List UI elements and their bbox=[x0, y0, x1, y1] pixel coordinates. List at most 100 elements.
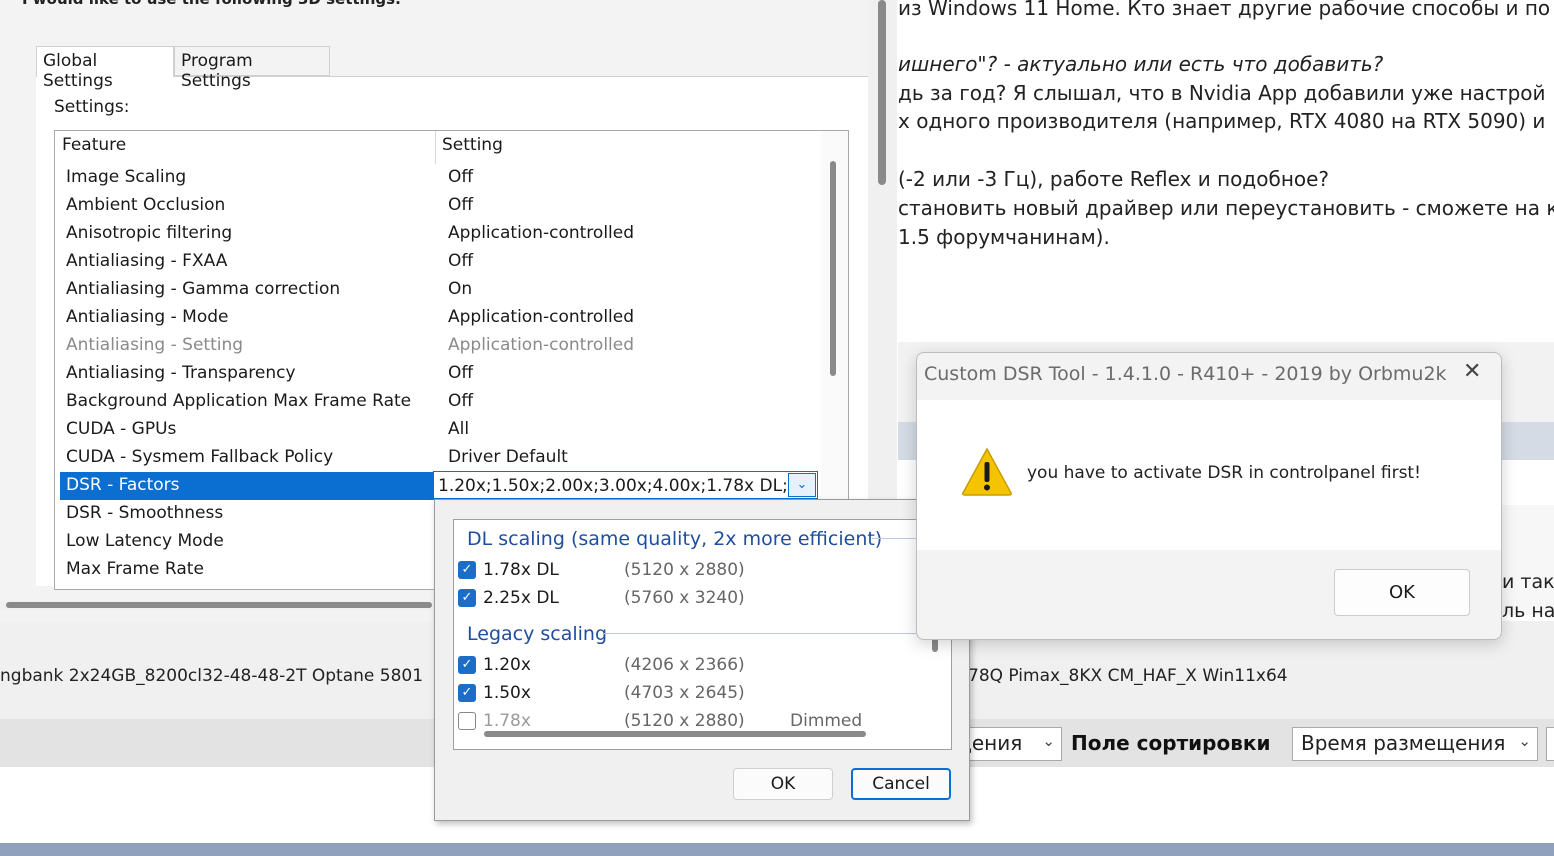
group-divider bbox=[872, 538, 920, 539]
message-dialog: Custom DSR Tool - 1.4.1.0 - R410+ - 2019… bbox=[916, 352, 1502, 640]
feature-label: CUDA - Sysmem Fallback Policy bbox=[66, 447, 334, 467]
forum-text-line: из Windows 11 Home. Кто знает другие раб… bbox=[898, 0, 1551, 20]
option-label: 1.20x bbox=[483, 655, 531, 675]
checkbox-unchecked-icon[interactable] bbox=[458, 712, 476, 730]
extra-select[interactable] bbox=[1546, 727, 1554, 761]
feature-label: Ambient Occlusion bbox=[66, 195, 226, 215]
forum-text-line: ишнего"? - актуально или есть что добави… bbox=[898, 52, 1384, 76]
dsr-factors-list: DL scaling (same quality, 2x more effici… bbox=[453, 519, 952, 750]
option-resolution: (5120 x 2880) bbox=[624, 560, 745, 580]
setting-value: On bbox=[448, 279, 473, 299]
dsr-option[interactable]: ✓ 1.20x (4206 x 2366) bbox=[458, 653, 918, 679]
column-header-feature[interactable]: Feature bbox=[62, 135, 126, 155]
option-note: Dimmed bbox=[790, 711, 863, 731]
dialog-message: you have to activate DSR in controlpanel… bbox=[1027, 463, 1421, 483]
setting-value: Off bbox=[448, 363, 474, 383]
setting-row[interactable]: Antialiasing - Gamma correction On bbox=[60, 276, 812, 304]
sort-field-select[interactable]: Время размещения ⌄ bbox=[1292, 727, 1538, 761]
group-heading-legacy: Legacy scaling bbox=[467, 623, 608, 645]
dsr-factors-combobox[interactable]: 1.20x;1.50x;2.00x;3.00x;4.00x;1.78x DL;2… bbox=[433, 471, 818, 499]
feature-label: DSR - Smoothness bbox=[66, 503, 224, 523]
tab-global-settings[interactable]: Global Settings bbox=[36, 46, 174, 91]
feature-label: Background Application Max Frame Rate bbox=[66, 391, 412, 411]
chevron-down-icon[interactable]: ⌄ bbox=[788, 473, 816, 497]
checkbox-checked-icon[interactable]: ✓ bbox=[458, 684, 476, 702]
sort-field-label: Поле сортировки bbox=[1071, 731, 1271, 755]
setting-value: All bbox=[448, 419, 470, 439]
setting-value: Off bbox=[448, 251, 474, 271]
scrollbar-thumb[interactable] bbox=[830, 161, 836, 376]
checkbox-checked-icon[interactable]: ✓ bbox=[458, 656, 476, 674]
forum-text-fragment: и так bbox=[1502, 571, 1554, 593]
popup-cancel-button[interactable]: Cancel bbox=[851, 768, 951, 800]
feature-label: DSR - Factors bbox=[66, 475, 180, 495]
feature-label: Antialiasing - Transparency bbox=[66, 363, 296, 383]
checkbox-checked-icon[interactable]: ✓ bbox=[458, 589, 476, 607]
feature-label: Antialiasing - FXAA bbox=[66, 251, 228, 271]
forum-footer bbox=[0, 843, 1554, 856]
setting-row[interactable]: Antialiasing - Transparency Off bbox=[60, 360, 812, 388]
setting-row[interactable]: CUDA - Sysmem Fallback Policy Driver Defa… bbox=[60, 444, 812, 472]
close-icon[interactable]: ✕ bbox=[1463, 359, 1481, 384]
signature-specs-left: ngbank 2x24GB_8200cl32-48-48-2T Optane 5… bbox=[0, 666, 424, 686]
panel-horizontal-scrollbar[interactable] bbox=[0, 601, 435, 610]
column-separator[interactable] bbox=[435, 131, 436, 164]
option-label: 1.50x bbox=[483, 683, 531, 703]
setting-value: Application-controlled bbox=[448, 223, 635, 243]
setting-row[interactable]: Antialiasing - Mode Application-controlle… bbox=[60, 304, 812, 332]
setting-row[interactable]: Image Scaling Off bbox=[60, 164, 812, 192]
checkbox-checked-icon[interactable]: ✓ bbox=[458, 561, 476, 579]
option-resolution: (4206 x 2366) bbox=[624, 655, 745, 675]
warning-icon bbox=[962, 447, 1012, 496]
list-horizontal-scrollbar-thumb[interactable] bbox=[484, 731, 866, 737]
setting-row-disabled: Antialiasing - Setting Application-contro… bbox=[60, 332, 812, 360]
setting-row[interactable]: Anisotropic filtering Application-control… bbox=[60, 220, 812, 248]
setting-value: Off bbox=[448, 195, 474, 215]
chevron-down-icon: ⌄ bbox=[1042, 732, 1055, 750]
popup-ok-button[interactable]: OK bbox=[733, 768, 833, 800]
setting-value: Driver Default bbox=[448, 447, 568, 467]
setting-row[interactable]: Background Application Max Frame Rate Off bbox=[60, 388, 812, 416]
feature-label: Image Scaling bbox=[66, 167, 187, 187]
dialog-ok-button[interactable]: OK bbox=[1334, 569, 1470, 616]
column-header-setting[interactable]: Setting bbox=[442, 135, 503, 155]
dialog-title: Custom DSR Tool - 1.4.1.0 - R410+ - 2019… bbox=[924, 363, 1447, 385]
option-resolution: (4703 x 2645) bbox=[624, 683, 745, 703]
setting-row[interactable]: Ambient Occlusion Off bbox=[60, 192, 812, 220]
forum-text-line: дь за год? Я слышал, что в Nvidia App до… bbox=[898, 81, 1546, 105]
dsr-option[interactable]: ✓ 1.78x DL (5120 x 2880) bbox=[458, 558, 918, 584]
setting-row[interactable]: CUDA - GPUs All bbox=[60, 416, 812, 444]
forum-text-line: становить новый драйвер или переустанови… bbox=[898, 196, 1554, 220]
scrollbar-thumb[interactable] bbox=[6, 602, 432, 608]
forum-text-line: (-2 или -3 Гц), работе Reflex и подобное… bbox=[898, 167, 1330, 191]
feature-label: Antialiasing - Gamma correction bbox=[66, 279, 341, 299]
forum-text-line: х одного производителя (например, RTX 40… bbox=[898, 109, 1546, 133]
option-label: 1.78x DL bbox=[483, 560, 559, 580]
setting-value: Off bbox=[448, 391, 474, 411]
forum-text-line: 1.5 форумчанинам). bbox=[898, 225, 1110, 249]
feature-label: Low Latency Mode bbox=[66, 531, 224, 551]
panel-heading: I would like to use the following 3D set… bbox=[22, 0, 401, 8]
dsr-factors-popup: DL scaling (same quality, 2x more effici… bbox=[434, 499, 970, 821]
group-heading-dl: DL scaling (same quality, 2x more effici… bbox=[467, 528, 883, 550]
option-label: 2.25x DL bbox=[483, 588, 559, 608]
feature-label: Max Frame Rate bbox=[66, 559, 204, 579]
feature-label: Antialiasing - Setting bbox=[66, 335, 244, 355]
setting-row[interactable]: Antialiasing - FXAA Off bbox=[60, 248, 812, 276]
dsr-option[interactable]: ✓ 1.50x (4703 x 2645) bbox=[458, 681, 918, 707]
signature-specs-right: 78Q Pimax_8KX CM_HAF_X Win11x64 bbox=[968, 666, 1288, 686]
feature-label: Antialiasing - Mode bbox=[66, 307, 229, 327]
forum-text-fragment: ль на bbox=[1502, 600, 1554, 622]
option-label: 1.78x bbox=[483, 711, 531, 731]
scrollbar-thumb[interactable] bbox=[878, 0, 886, 185]
sort-field-value: Время размещения bbox=[1301, 731, 1506, 755]
setting-value: Application-controlled bbox=[448, 307, 635, 327]
dsr-factors-value: 1.20x;1.50x;2.00x;3.00x;4.00x;1.78x DL;2… bbox=[438, 476, 786, 496]
settings-label: Settings: bbox=[54, 97, 130, 117]
group-divider bbox=[604, 633, 920, 634]
option-resolution: (5760 x 3240) bbox=[624, 588, 745, 608]
feature-label: Anisotropic filtering bbox=[66, 223, 233, 243]
setting-value: Off bbox=[448, 167, 474, 187]
tab-program-settings[interactable]: Program Settings bbox=[174, 46, 330, 91]
dsr-option[interactable]: ✓ 2.25x DL (5760 x 3240) bbox=[458, 586, 918, 612]
